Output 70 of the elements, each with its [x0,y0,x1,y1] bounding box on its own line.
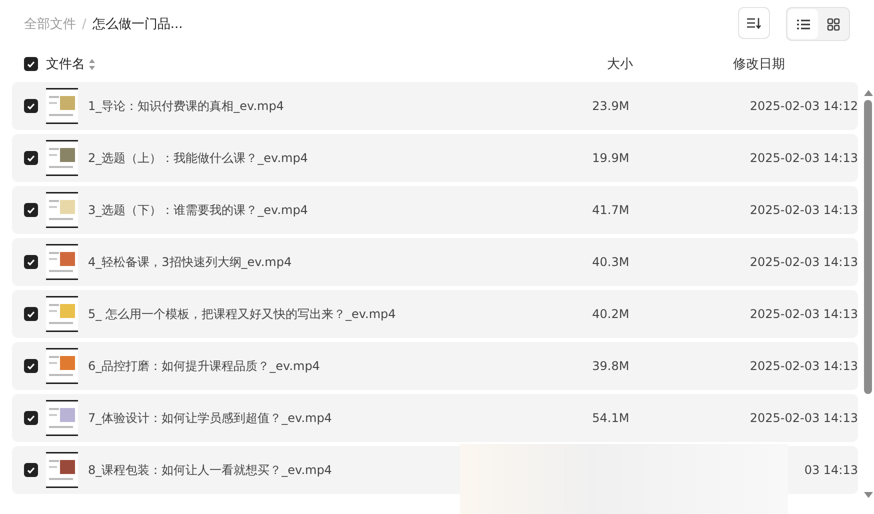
list-icon [796,18,810,30]
row-checkbox[interactable] [24,151,38,165]
video-thumbnail [46,348,78,384]
modified-date: 2025-02-03 14:12 [750,99,858,113]
select-all-checkbox[interactable] [24,57,38,71]
file-name: 6_品控打磨：如何提升课程品质？_ev.mp4 [88,358,321,374]
file-size: 40.2M [592,307,630,321]
video-thumbnail [46,400,78,436]
column-header: 大小 [607,56,634,73]
scroll-down-icon[interactable] [864,492,872,498]
modified-date: 2025-02-03 14:13 [750,151,858,165]
row-checkbox[interactable] [24,411,38,425]
check-icon [27,466,35,474]
row-checkbox[interactable] [24,99,38,113]
file-row[interactable]: 1_导论：知识付费课的真相_ev.mp4 23.9M 2025-02-03 14:12 [12,82,858,130]
file-size: 54.1M [592,411,630,425]
file-row[interactable]: 2_选题（上）：我能做什么课？_ev.mp4 19.9M 2025-02-03 14:13 [12,134,858,182]
column-header: 修改日期 [733,56,785,73]
column-header[interactable]: 文件名 [46,55,85,73]
breadcrumb-item: 怎么做一门品... [92,16,183,33]
modified-date: 2025-02-03 14:13 [750,307,858,321]
sort-button[interactable] [738,7,770,39]
check-icon [27,258,35,266]
file-size: 23.9M [592,99,630,113]
file-row[interactable]: 3_选题（下）：谁需要我的课？_ev.mp4 41.7M 2025-02-03 14:13 [12,186,858,234]
file-size: 39.8M [592,359,630,373]
file-name: 3_选题（下）：谁需要我的课？_ev.mp4 [88,202,309,218]
modified-date: 2025-02-03 14:13 [750,411,858,425]
check-icon [27,206,35,214]
file-row[interactable]: 7_体验设计：如何让学员感到超值？_ev.mp4 54.1M 2025-02-03 14:13 [12,394,858,442]
file-size: 41.7M [592,203,630,217]
sort-arrows-icon[interactable] [89,58,95,70]
check-icon [27,60,35,68]
check-icon [27,154,35,162]
check-icon [27,414,35,422]
modified-date: 03 14:13 [804,463,858,477]
check-icon [27,102,35,110]
modified-date: 2025-02-03 14:13 [750,359,858,373]
grid-icon [826,18,840,30]
file-row[interactable]: 4_轻松备课，3招快速列大纲_ev.mp4 40.3M 2025-02-03 14:13 [12,238,858,286]
video-thumbnail [46,452,78,488]
list-view-button[interactable] [788,9,818,39]
row-checkbox[interactable] [24,463,38,477]
row-checkbox[interactable] [24,359,38,373]
check-icon [27,310,35,318]
file-size: 19.9M [592,151,630,165]
row-checkbox[interactable] [24,203,38,217]
video-thumbnail [46,88,78,124]
file-name: 2_选题（上）：我能做什么课？_ev.mp4 [88,150,309,166]
video-thumbnail [46,192,78,228]
scrollbar-thumb[interactable] [864,100,872,394]
modified-date: 2025-02-03 14:13 [750,203,858,217]
scroll-up-icon[interactable] [864,90,872,96]
file-name: 4_轻松备课，3招快速列大纲_ev.mp4 [88,254,293,270]
video-thumbnail [46,244,78,280]
row-checkbox[interactable] [24,307,38,321]
row-checkbox[interactable] [24,255,38,269]
video-thumbnail [46,296,78,332]
file-row[interactable]: 5_ 怎么用一个模板，把课程又好又快的写出来？_ev.mp4 40.2M 2025-02-03 14:13 [12,290,858,338]
file-name: 8_课程包装：如何让人一看就想买？_ev.mp4 [88,462,333,478]
file-name: 5_ 怎么用一个模板，把课程又好又快的写出来？_ev.mp4 [88,306,397,322]
video-thumbnail [46,140,78,176]
sort-icon [747,17,761,29]
modified-date: 2025-02-03 14:13 [750,255,858,269]
breadcrumb-separator: / [82,16,86,32]
check-icon [27,362,35,370]
file-row[interactable]: 6_品控打磨：如何提升课程品质？_ev.mp4 39.8M 2025-02-03 14:13 [12,342,858,390]
file-size: 40.3M [592,255,630,269]
file-name: 1_导论：知识付费课的真相_ev.mp4 [88,98,285,114]
file-name: 7_体验设计：如何让学员感到超值？_ev.mp4 [88,410,333,426]
